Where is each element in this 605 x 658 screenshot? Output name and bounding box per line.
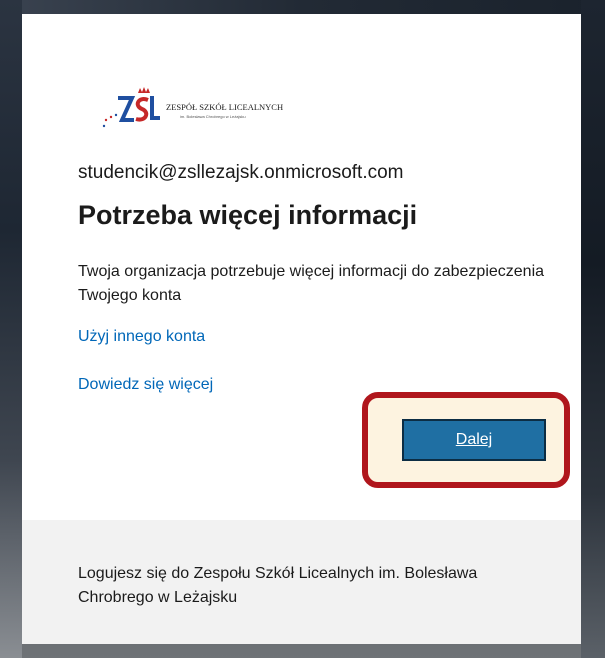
background-top bbox=[0, 0, 605, 14]
background-right bbox=[581, 0, 605, 658]
organization-logo: ZESPÓŁ SZKÓŁ LICEALNYCH im. Bolesława Ch… bbox=[102, 87, 283, 128]
logo-name: ZESPÓŁ SZKÓŁ LICEALNYCH bbox=[166, 102, 283, 112]
page-title: Potrzeba więcej informacji bbox=[78, 200, 418, 230]
sign-in-card: ZESPÓŁ SZKÓŁ LICEALNYCH im. Bolesława Ch… bbox=[22, 14, 581, 644]
logo-subtitle: im. Bolesława Chrobrego w Leżajsku bbox=[180, 114, 246, 119]
use-other-account-link[interactable]: Użyj innego konta bbox=[78, 328, 205, 346]
learn-more-link[interactable]: Dowiedz się więcej bbox=[78, 376, 213, 394]
background-left bbox=[0, 0, 22, 658]
footer: Logujesz się do Zespołu Szkół Licealnych… bbox=[22, 520, 581, 644]
footer-text: Logujesz się do Zespołu Szkół Licealnych… bbox=[78, 565, 478, 606]
info-description: Twoja organizacja potrzebuje więcej info… bbox=[78, 263, 545, 304]
next-button[interactable]: Dalej bbox=[402, 419, 546, 461]
account-email: studencik@zsllezajsk.onmicrosoft.com bbox=[78, 162, 404, 183]
